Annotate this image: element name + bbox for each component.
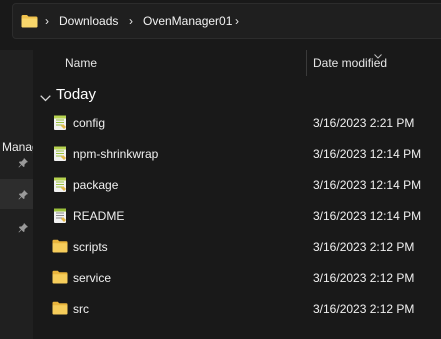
file-name: config xyxy=(73,116,106,130)
column-header-name[interactable]: Name xyxy=(65,56,97,70)
file-date-modified: 3/16/2023 12:14 PM xyxy=(313,147,422,161)
file-name: service xyxy=(73,271,112,285)
file-name: scripts xyxy=(73,240,108,254)
markdown-file-icon xyxy=(52,208,68,224)
folder-icon xyxy=(52,239,68,255)
folder-icon xyxy=(52,301,68,317)
file-name: src xyxy=(73,302,89,316)
file-row[interactable]: config 3/16/2023 2:21 PM xyxy=(40,108,441,138)
file-date-modified: 3/16/2023 2:12 PM xyxy=(313,302,415,316)
file-row[interactable]: src 3/16/2023 2:12 PM xyxy=(40,294,441,324)
file-row[interactable]: service 3/16/2023 2:12 PM xyxy=(40,263,441,293)
pin-icon xyxy=(18,220,28,238)
json-file-icon xyxy=(52,115,68,131)
file-date-modified: 3/16/2023 2:12 PM xyxy=(313,271,415,285)
folder-icon xyxy=(21,14,38,33)
file-date-modified: 3/16/2023 2:21 PM xyxy=(313,116,415,130)
breadcrumb-separator: › xyxy=(129,14,133,28)
group-header-today[interactable]: Today xyxy=(56,86,96,104)
column-header-date-modified[interactable]: Date modified xyxy=(313,56,387,70)
breadcrumb-chevron[interactable]: › xyxy=(235,14,239,28)
json-file-icon xyxy=(52,177,68,193)
breadcrumb-ovenmanager01[interactable]: OvenManager01 xyxy=(143,14,232,28)
pin-icon xyxy=(18,187,28,205)
file-date-modified: 3/16/2023 2:12 PM xyxy=(313,240,415,254)
file-date-modified: 3/16/2023 12:14 PM xyxy=(313,209,422,223)
json-file-icon xyxy=(52,146,68,162)
nav-item-pinned-1[interactable] xyxy=(0,147,33,177)
file-name: npm-shrinkwrap xyxy=(73,147,159,161)
nav-item-pinned-3[interactable] xyxy=(0,212,33,242)
file-name: package xyxy=(73,178,119,192)
file-row[interactable]: README 3/16/2023 12:14 PM xyxy=(40,201,441,231)
breadcrumb-downloads[interactable]: Downloads xyxy=(59,14,118,28)
file-row[interactable]: scripts 3/16/2023 2:12 PM xyxy=(40,232,441,262)
pin-icon xyxy=(18,155,28,173)
folder-icon xyxy=(52,270,68,286)
file-row[interactable]: package 3/16/2023 12:14 PM xyxy=(40,170,441,200)
file-date-modified: 3/16/2023 12:14 PM xyxy=(313,178,422,192)
breadcrumb-separator: › xyxy=(45,14,49,28)
navigation-pane: l Manag xyxy=(0,50,33,339)
file-row[interactable]: npm-shrinkwrap 3/16/2023 12:14 PM xyxy=(40,139,441,169)
column-divider[interactable] xyxy=(306,50,307,76)
nav-item-pinned-2[interactable] xyxy=(0,179,33,209)
chevron-down-icon[interactable] xyxy=(40,89,51,107)
address-bar[interactable]: › Downloads › OvenManager01 › xyxy=(12,3,441,39)
file-name: README xyxy=(73,209,125,223)
